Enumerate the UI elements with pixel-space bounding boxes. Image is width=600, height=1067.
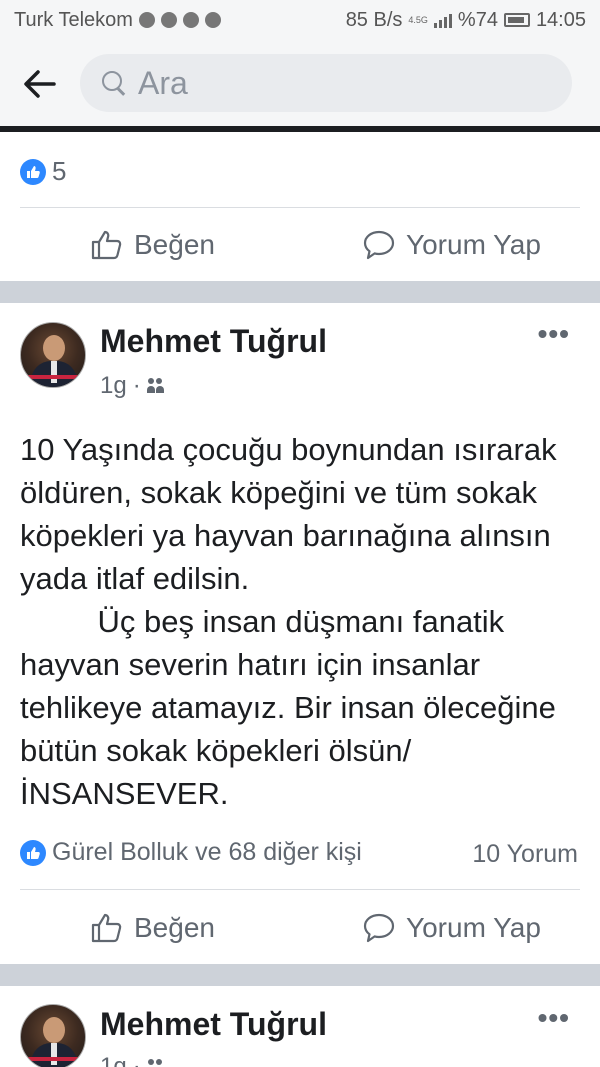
meta-dot: · <box>132 1053 141 1067</box>
top-post-reactions[interactable]: 5 <box>20 156 66 187</box>
network-type: 4.5G <box>408 14 428 25</box>
header-divider <box>0 126 600 132</box>
search-box[interactable] <box>80 54 572 112</box>
comment-icon <box>363 913 395 943</box>
search-input[interactable] <box>138 64 518 102</box>
comment-icon <box>363 230 395 260</box>
reactors-summary: Gürel Bolluk ve 68 diğer kişi <box>52 838 362 866</box>
divider <box>20 889 580 890</box>
more-options-button[interactable]: ••• <box>538 1002 570 1034</box>
whatsapp-icon <box>160 12 177 28</box>
feed-separator <box>0 281 600 303</box>
signal-icon <box>433 12 452 28</box>
meta-dot: · <box>132 372 141 399</box>
post-author[interactable]: Mehmet Tuğrul <box>100 1006 327 1043</box>
clock: 14:05 <box>535 8 586 31</box>
carrier-label: Turk Telekom <box>14 8 133 31</box>
author-avatar[interactable] <box>20 322 86 388</box>
friends-icon <box>146 378 165 394</box>
status-left: Turk Telekom <box>14 9 221 32</box>
status-right: 85 B/s 4.5G %74 14:05 <box>346 9 586 32</box>
like-label: Beğen <box>134 912 215 943</box>
comment-label: Yorum Yap <box>406 229 541 260</box>
facebook-icon <box>204 12 221 28</box>
like-label: Beğen <box>134 229 215 260</box>
messenger-icon <box>182 12 199 28</box>
post-reactions[interactable]: Gürel Bolluk ve 68 diğer kişi <box>20 838 362 867</box>
like-reaction-icon <box>20 158 46 185</box>
thumbs-up-icon <box>91 230 122 260</box>
comments-count[interactable]: 10 Yorum <box>472 840 578 869</box>
like-button[interactable]: Beğen <box>90 228 215 262</box>
back-button[interactable] <box>0 40 80 128</box>
divider <box>20 207 580 208</box>
battery-percent: %74 <box>457 8 498 31</box>
network-speed: 85 B/s <box>345 8 403 31</box>
post-time[interactable]: 1g <box>100 372 127 400</box>
thumbs-up-icon <box>91 913 122 943</box>
post-text: 10 Yaşında çocuğu boynundan ısırarak öld… <box>20 432 557 811</box>
search-icon <box>100 69 128 97</box>
author-avatar[interactable] <box>20 1004 86 1067</box>
like-button[interactable]: Beğen <box>90 911 215 945</box>
comment-button[interactable]: Yorum Yap <box>362 228 541 262</box>
search-header <box>0 40 600 128</box>
like-reaction-icon <box>20 839 46 866</box>
reaction-count: 5 <box>52 156 67 186</box>
comment-label: Yorum Yap <box>406 912 541 943</box>
chrome-icon <box>138 12 155 28</box>
feed-separator <box>0 964 600 986</box>
post-meta: 1g · <box>100 372 165 400</box>
friends-icon <box>147 1059 165 1067</box>
more-options-button[interactable]: ••• <box>538 318 570 350</box>
battery-icon <box>503 13 530 27</box>
back-arrow-icon <box>24 70 56 98</box>
post-meta: 1g · <box>100 1053 165 1067</box>
status-bar: Turk Telekom 85 B/s 4.5G %74 14:05 <box>0 0 600 40</box>
comment-button[interactable]: Yorum Yap <box>362 911 541 945</box>
post-time[interactable]: 1g <box>100 1053 127 1067</box>
post-author[interactable]: Mehmet Tuğrul <box>100 323 327 360</box>
